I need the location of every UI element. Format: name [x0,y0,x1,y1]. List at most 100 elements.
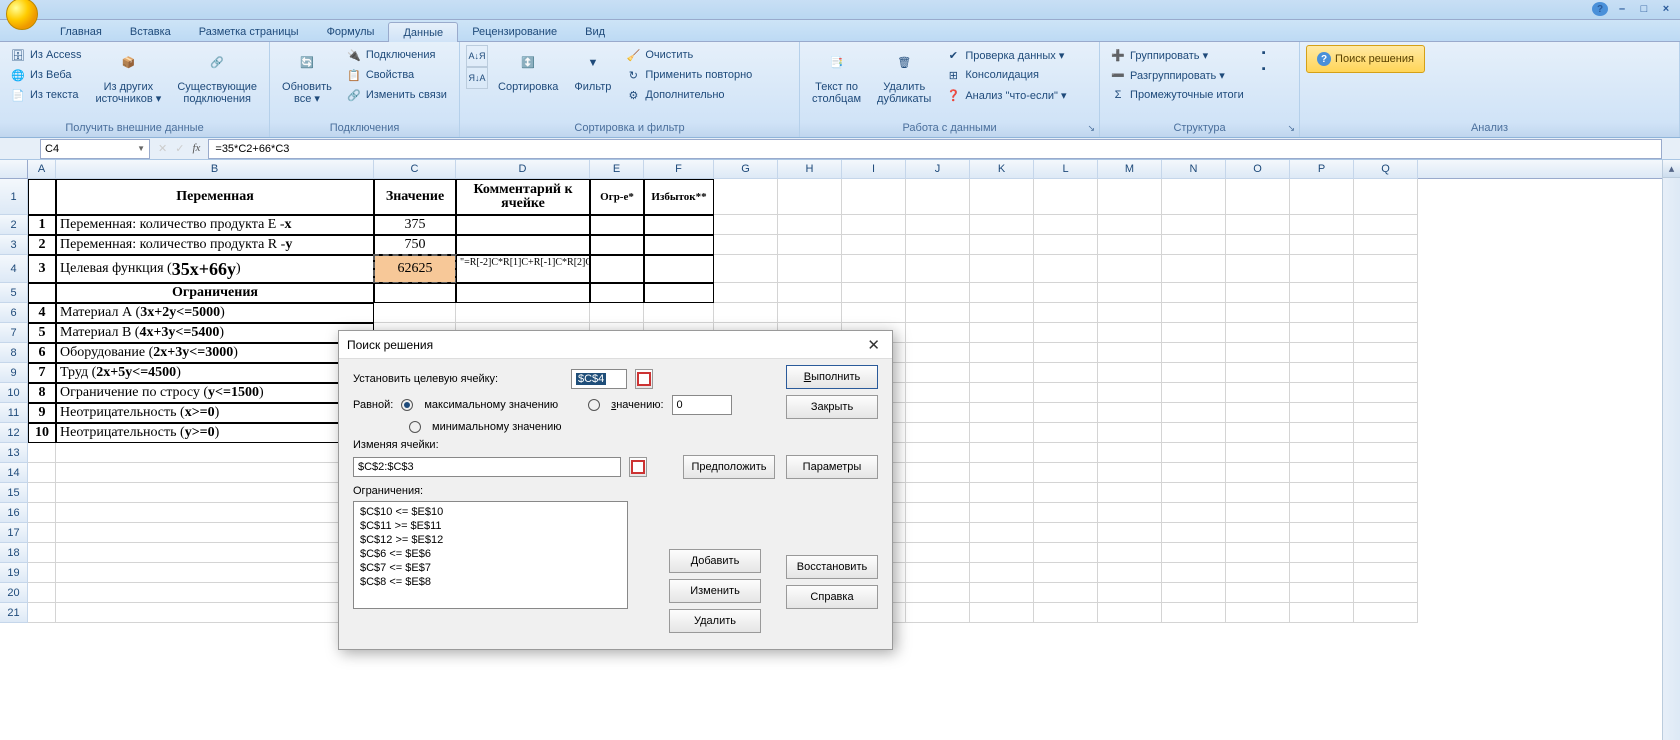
cell[interactable] [1162,363,1226,383]
cell[interactable] [1354,603,1418,623]
cell[interactable] [1226,303,1290,323]
cell[interactable] [1290,179,1354,215]
row-header[interactable]: 14 [0,463,28,483]
cell[interactable] [1034,363,1098,383]
dialog-close-icon[interactable]: ✕ [863,336,884,354]
cell[interactable] [1034,443,1098,463]
cell[interactable] [1098,583,1162,603]
cell[interactable] [1098,523,1162,543]
ref-picker-icon[interactable] [635,369,653,389]
cell[interactable] [842,255,906,283]
cell[interactable] [56,443,374,463]
cell[interactable]: Переменная [56,179,374,215]
solver-button[interactable]: Поиск решения [1306,45,1425,73]
cell[interactable]: Комментарий к ячейке [456,179,590,215]
cell[interactable] [970,343,1034,363]
row-header[interactable]: 15 [0,483,28,503]
connections-button[interactable]: 🔌Подключения [342,45,451,65]
col-header[interactable]: I [842,160,906,179]
cell[interactable] [1162,463,1226,483]
row-header[interactable]: 13 [0,443,28,463]
cell[interactable] [1098,363,1162,383]
row-header[interactable]: 8 [0,343,28,363]
cell[interactable] [28,503,56,523]
cell[interactable] [1290,423,1354,443]
row-header[interactable]: 4 [0,255,28,283]
outline-expand-icon[interactable]: ▪ [1258,45,1274,61]
cell[interactable]: 10 [28,423,56,443]
cell[interactable] [1290,383,1354,403]
cell[interactable] [1034,563,1098,583]
vertical-scrollbar[interactable]: ▴ [1662,160,1680,740]
cell[interactable] [1290,363,1354,383]
cell[interactable] [1354,383,1418,403]
cell[interactable] [1034,303,1098,323]
properties-button[interactable]: 📋Свойства [342,65,451,85]
cell[interactable] [842,179,906,215]
from-text-button[interactable]: 📄Из текста [6,85,85,105]
cell[interactable] [778,215,842,235]
cell[interactable] [56,583,374,603]
cell[interactable] [590,215,644,235]
cell[interactable]: Оборудование (2x+3y<=3000) [56,343,374,363]
restore-button[interactable]: Восстановить [786,555,878,579]
cell[interactable] [1290,503,1354,523]
cell[interactable] [970,235,1034,255]
cell[interactable] [906,303,970,323]
cell[interactable] [906,563,970,583]
cell[interactable] [1354,463,1418,483]
ungroup-button[interactable]: ➖Разгруппировать ▾ [1106,65,1248,85]
restore-icon[interactable]: □ [1636,2,1652,16]
cell[interactable] [56,503,374,523]
close-button[interactable]: Закрыть [786,395,878,419]
sort-button[interactable]: ↕️Сортировка [492,45,564,95]
radio-min[interactable] [409,421,421,433]
cell[interactable]: 5 [28,323,56,343]
cell[interactable] [1290,323,1354,343]
cell[interactable] [906,403,970,423]
cell[interactable] [1354,283,1418,303]
cell[interactable] [28,543,56,563]
cell[interactable] [714,283,778,303]
cell[interactable] [1162,563,1226,583]
cell[interactable] [1290,283,1354,303]
cell[interactable] [644,255,714,283]
cell[interactable] [1354,543,1418,563]
cell[interactable]: 375 [374,215,456,235]
cell[interactable] [906,383,970,403]
row-header[interactable]: 6 [0,303,28,323]
filter-button[interactable]: ▼Фильтр [568,45,617,95]
cell[interactable]: Труд (2x+5y<=4500) [56,363,374,383]
cell[interactable] [28,563,56,583]
cell[interactable] [970,603,1034,623]
cell[interactable]: 9 [28,403,56,423]
cell[interactable] [1162,503,1226,523]
name-box[interactable]: C4▼ [40,139,150,159]
consolidate-button[interactable]: ⊞Консолидация [941,65,1070,85]
cell[interactable] [1290,523,1354,543]
cell[interactable] [1162,383,1226,403]
cell[interactable] [1354,323,1418,343]
cell[interactable] [1162,543,1226,563]
cell[interactable] [1098,483,1162,503]
cell[interactable] [970,403,1034,423]
cell[interactable]: Переменная: количество продукта E - x [56,215,374,235]
cell[interactable] [1034,483,1098,503]
cell[interactable]: Неотрицательность (y>=0) [56,423,374,443]
cell[interactable] [970,443,1034,463]
cell[interactable]: Огр-е* [590,179,644,215]
cell[interactable] [1290,563,1354,583]
cell[interactable] [906,283,970,303]
reapply-button[interactable]: ↻Применить повторно [621,65,756,85]
col-header[interactable]: D [456,160,590,179]
cell[interactable] [1226,343,1290,363]
col-header[interactable]: A [28,160,56,179]
cell[interactable] [644,283,714,303]
cell[interactable]: 1 [28,215,56,235]
help-button[interactable]: Справка [786,585,878,609]
cell[interactable] [1290,303,1354,323]
cell[interactable]: 62625 [374,255,456,283]
cell[interactable] [1290,463,1354,483]
cell[interactable] [28,283,56,303]
cell[interactable] [1290,443,1354,463]
